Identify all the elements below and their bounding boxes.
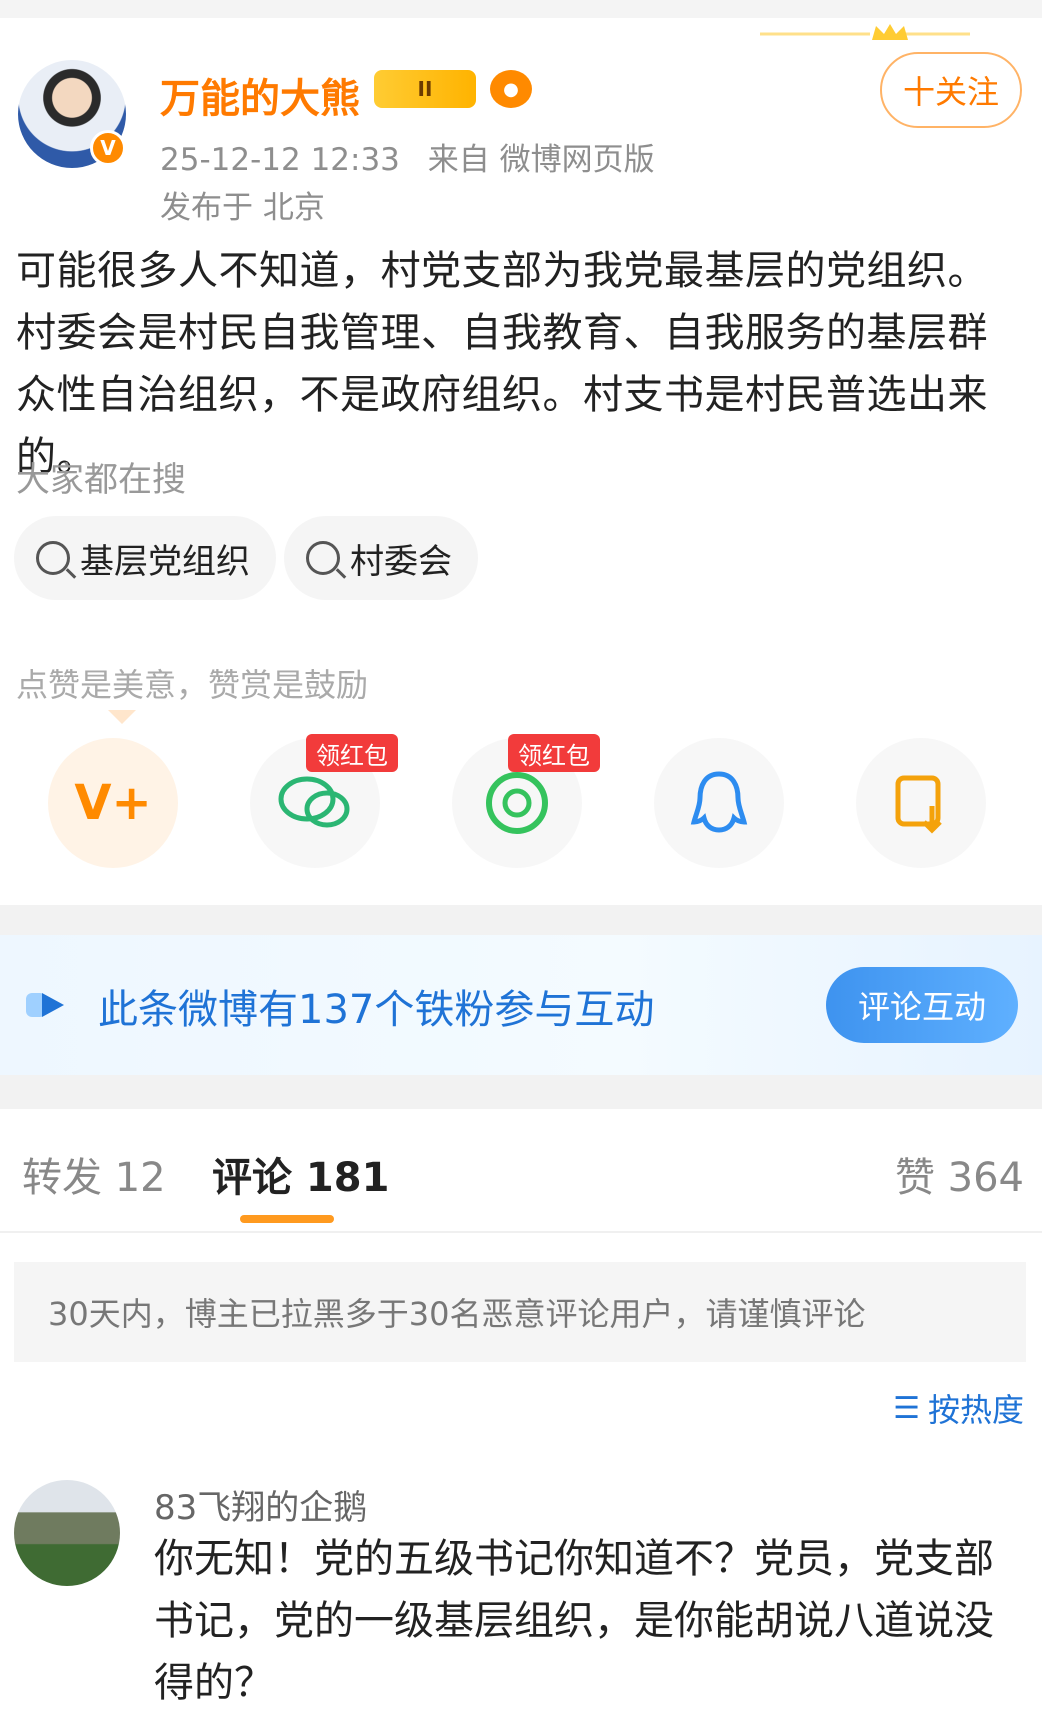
vip-badge-text: II — [417, 77, 433, 101]
fan-badge-icon[interactable]: ● — [490, 70, 532, 108]
section-divider-2 — [0, 1075, 1042, 1109]
moments-redpack-tag[interactable]: 领红包 — [508, 734, 600, 772]
reward-v-icon: V+ — [74, 775, 152, 831]
save-image-icon — [895, 775, 942, 834]
fans-banner-icon — [26, 993, 64, 1017]
search-chip-label: 村委会 — [350, 541, 452, 582]
sort-icon: ☰ — [893, 1390, 920, 1426]
reward-pointer — [108, 710, 136, 724]
sort-toggle[interactable]: ☰ 按热度 — [893, 1385, 1024, 1431]
comment-notice: 30天内，博主已拉黑多于30名恶意评论用户，请谨慎评论 — [14, 1262, 1026, 1362]
comment-interaction-button[interactable]: 评论互动 — [826, 967, 1018, 1043]
search-chip-1[interactable]: 基层党组织 — [14, 516, 276, 600]
engagement-tabs: 转发 12 评论 181 赞 364 — [0, 1109, 1042, 1233]
qq-icon — [690, 771, 748, 833]
tab-comments[interactable]: 评论 181 — [212, 1145, 389, 1203]
post-source: 来自 微博网页版 — [427, 142, 655, 178]
comment-text: 你无知！党的五级书记你知道不？党员，党支部书记，党的一级基层组织，是你能胡说八道… — [154, 1536, 994, 1706]
comment-username[interactable]: 83飞翔的企鹅 — [154, 1480, 367, 1529]
share-qq-button[interactable] — [654, 738, 784, 868]
search-chip-label: 基层党组织 — [80, 541, 250, 582]
moments-icon — [486, 772, 548, 834]
search-icon — [306, 541, 340, 575]
wechat-redpack-tag[interactable]: 领红包 — [306, 734, 398, 772]
post-card: V 万能的大熊 II ● 25-12-12 12:33 来自 微博网页版 发布于… — [0, 0, 1042, 905]
author-name[interactable]: 万能的大熊 — [160, 66, 360, 124]
search-chip-2[interactable]: 村委会 — [284, 516, 478, 600]
post-timestamp: 25-12-12 12:33 — [160, 142, 400, 178]
active-tab-indicator — [240, 1215, 334, 1223]
follow-button[interactable]: 十关注 — [880, 52, 1022, 128]
post-location: 发布于 北京 — [160, 190, 325, 226]
post-meta: 25-12-12 12:33 来自 微博网页版 — [160, 134, 673, 179]
top-divider — [0, 0, 1042, 18]
tab-likes[interactable]: 赞 364 — [895, 1145, 1024, 1203]
post-body: 可能很多人不知道，村党支部为我党最基层的党组织。村委会是村民自我管理、自我教育、… — [16, 248, 988, 480]
fans-banner-text: 此条微博有137个铁粉参与互动 — [98, 987, 655, 1033]
search-section-label: 大家都在搜 — [16, 460, 186, 500]
fans-interaction-banner: 此条微博有137个铁粉参与互动 评论互动 — [0, 935, 1042, 1075]
comment-avatar[interactable] — [14, 1480, 120, 1586]
wechat-icon — [278, 776, 350, 828]
vip-badge-icon[interactable]: II — [374, 70, 476, 108]
verified-badge-icon: V — [90, 130, 126, 166]
tab-repost[interactable]: 转发 12 — [22, 1145, 166, 1203]
sort-label: 按热度 — [927, 1391, 1024, 1429]
section-divider — [0, 905, 1042, 935]
save-image-button[interactable] — [856, 738, 986, 868]
reward-v-button[interactable]: V+ — [48, 738, 178, 868]
search-icon — [36, 541, 70, 575]
crown-decoration-icon — [760, 24, 970, 40]
reward-label: 点赞是美意，赞赏是鼓励 — [16, 666, 369, 704]
